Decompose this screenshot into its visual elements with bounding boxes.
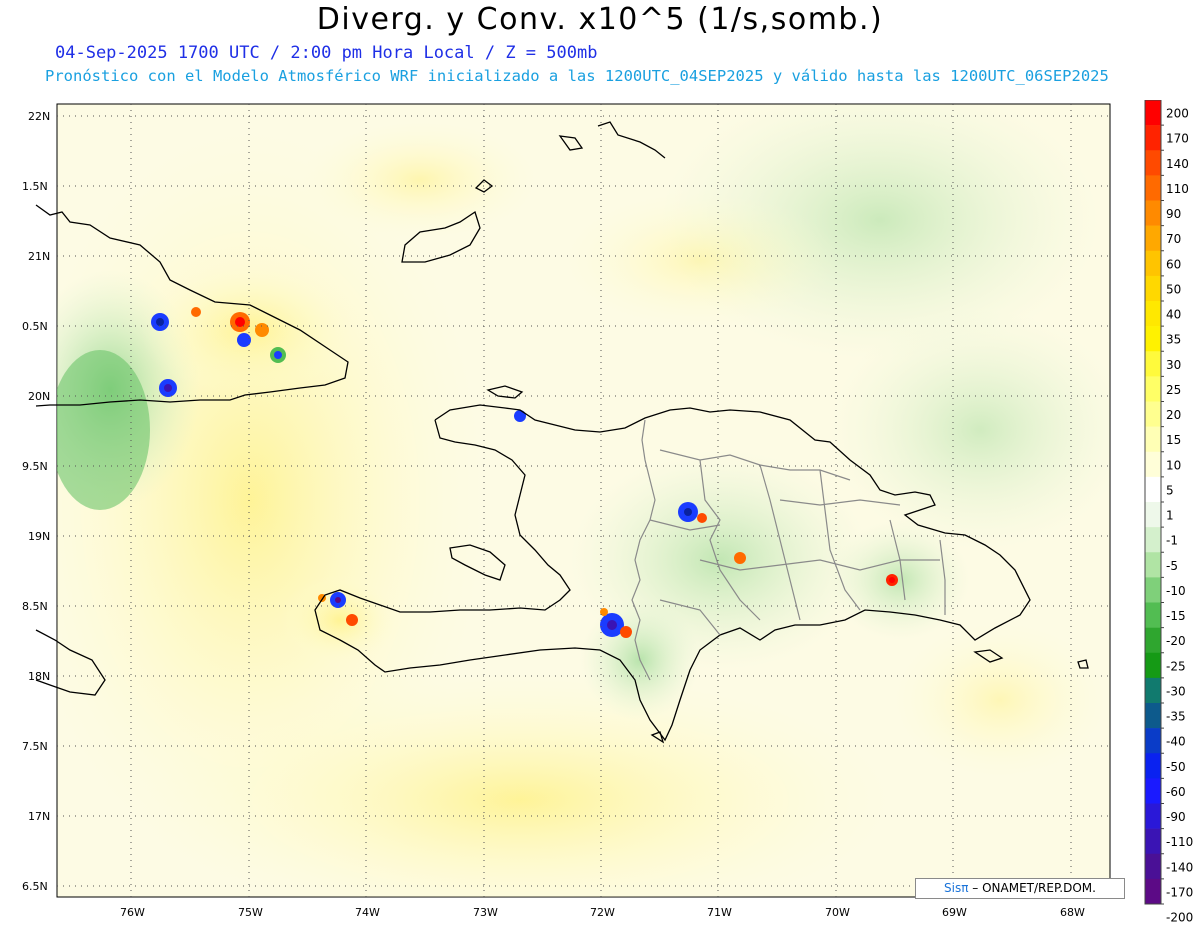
lon-label: 70W <box>825 906 850 919</box>
colorbar-swatch <box>1145 602 1161 628</box>
colorbar-swatch <box>1145 577 1161 603</box>
colorbar-swatch <box>1145 853 1161 880</box>
colorbar-label: -50 <box>1166 760 1186 774</box>
colorbar-label: 110 <box>1166 182 1189 196</box>
colorbar-label: 10 <box>1166 458 1181 472</box>
colorbar-label: 5 <box>1166 483 1174 497</box>
colorbar-swatch <box>1145 175 1161 201</box>
lon-label: 69W <box>942 906 967 919</box>
colorbar-swatch <box>1145 703 1161 729</box>
lat-label: 18N <box>28 670 50 683</box>
colorbar-label: -90 <box>1166 810 1186 824</box>
colorbar-label: 170 <box>1166 132 1189 146</box>
lat-label: 19N <box>28 530 50 543</box>
lat-label: 20N <box>28 390 50 403</box>
convection-cell-tortuga <box>514 410 526 422</box>
colorbar-label: 90 <box>1166 207 1181 221</box>
colorbar-swatch <box>1145 225 1161 252</box>
colorbar-swatch <box>1145 728 1161 754</box>
colorbar-label: -30 <box>1166 684 1186 698</box>
convection-cell-east <box>886 574 898 586</box>
credit-text: – ONAMET/REP.DOM. <box>972 881 1096 895</box>
colorbar-label: -10 <box>1166 584 1186 598</box>
colorbar-swatch <box>1145 301 1161 327</box>
colorbar-label: 70 <box>1166 232 1181 246</box>
lat-label: 7.5N <box>22 740 48 753</box>
colorbar-swatch <box>1145 753 1161 779</box>
colorbar-label: 25 <box>1166 383 1181 397</box>
colorbar-swatch <box>1145 250 1161 277</box>
colorbar-swatch <box>1145 351 1161 377</box>
lat-label: 22N <box>28 110 50 123</box>
lon-label: 74W <box>355 906 380 919</box>
lat-label: 17N <box>28 810 50 823</box>
lat-label: 6.5N <box>22 880 48 893</box>
colorbar-label: 50 <box>1166 282 1181 296</box>
credit-box: Sisπ – ONAMET/REP.DOM. <box>915 878 1125 899</box>
colorbar-swatch <box>1145 828 1161 855</box>
colorbar-swatch <box>1145 778 1161 804</box>
colorbar-swatch <box>1145 527 1161 553</box>
colorbar-swatch <box>1145 677 1161 704</box>
map-title: Diverg. y Conv. x10^5 (1/s,somb.) <box>316 2 884 37</box>
colorbar-swatch <box>1145 426 1161 453</box>
longitude-labels: 76W 75W 74W 73W 72W 71W 70W 69W 68W <box>120 906 1085 919</box>
colorbar-label: -110 <box>1166 835 1193 849</box>
colorbar-label: -5 <box>1166 559 1178 573</box>
colorbar-label: -200 <box>1166 911 1193 925</box>
colorbar-label: 60 <box>1166 257 1181 271</box>
lon-label: 73W <box>473 906 498 919</box>
lon-label: 72W <box>590 906 615 919</box>
colorbar-label: -60 <box>1166 785 1186 799</box>
colorbar-swatch <box>1145 326 1161 352</box>
colorbar-swatch <box>1145 878 1161 905</box>
colorbar-label: 40 <box>1166 308 1181 322</box>
colorbar-swatch <box>1145 803 1161 829</box>
colorbar-swatch <box>1145 502 1161 528</box>
colorbar-label: -15 <box>1166 609 1186 623</box>
colorbar-swatch <box>1145 652 1161 679</box>
colorbar-swatch <box>1145 627 1161 654</box>
divergence-map: 22N 1.5N 21N 0.5N 20N 9.5N 19N 8.5N 18N … <box>22 100 1193 925</box>
colorbar-label: 15 <box>1166 433 1181 447</box>
model-info-label: Pronóstico con el Modelo Atmosférico WRF… <box>45 67 1109 85</box>
lat-label: 8.5N <box>22 600 48 613</box>
lat-label: 0.5N <box>22 320 48 333</box>
lon-label: 75W <box>238 906 263 919</box>
colorbar-swatch <box>1145 275 1161 302</box>
colorbar-swatch <box>1145 451 1161 478</box>
colorbar-label: 30 <box>1166 358 1181 372</box>
latitude-labels: 22N 1.5N 21N 0.5N 20N 9.5N 19N 8.5N 18N … <box>22 110 50 893</box>
colorbar-label: -35 <box>1166 710 1186 724</box>
colorbar-label: -25 <box>1166 659 1186 673</box>
colorbar-label: -20 <box>1166 634 1186 648</box>
colorbar-swatch <box>1145 200 1161 226</box>
colorbar-label: 20 <box>1166 408 1181 422</box>
colorbar-swatch <box>1145 150 1161 176</box>
valid-time-label: 04-Sep-2025 1700 UTC / 2:00 pm Hora Loca… <box>55 43 598 63</box>
colorbar-label: -40 <box>1166 735 1186 749</box>
colorbar-label: 200 <box>1166 107 1189 121</box>
colorbar-label: 1 <box>1166 509 1174 523</box>
lon-label: 68W <box>1060 906 1085 919</box>
sispi-logo: Sisπ <box>944 881 969 895</box>
colorbar-swatch <box>1145 476 1161 503</box>
lat-label: 1.5N <box>22 180 48 193</box>
colorbar-label: -170 <box>1166 885 1193 899</box>
lat-label: 9.5N <box>22 460 48 473</box>
colorbar-label: 140 <box>1166 157 1189 171</box>
colorbar-swatch <box>1145 552 1161 578</box>
colorbar-label: -1 <box>1166 534 1178 548</box>
colorbar-swatch <box>1145 401 1161 427</box>
lon-label: 71W <box>707 906 732 919</box>
colorbar-label: -140 <box>1166 860 1193 874</box>
lat-label: 21N <box>28 250 50 263</box>
colorbar-legend: 200 170 140 110 90 70 60 50 40 35 30 25 20 15 10 5 1 -1 -5… <box>1144 100 1193 925</box>
colorbar-swatch <box>1145 376 1161 402</box>
colorbar-swatch <box>1145 125 1161 151</box>
colorbar-label: 35 <box>1166 333 1181 347</box>
colorbar-swatch <box>1145 100 1161 126</box>
lon-label: 76W <box>120 906 145 919</box>
